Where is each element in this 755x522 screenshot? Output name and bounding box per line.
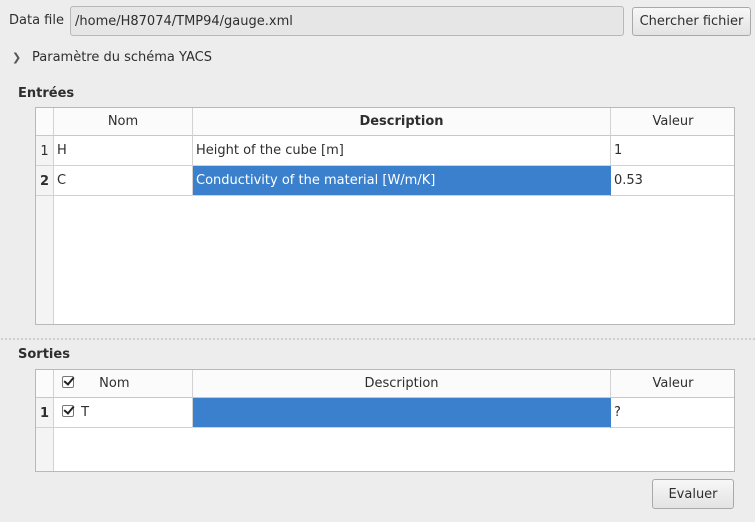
chevron-right-icon: ❯ xyxy=(12,50,22,64)
inputs-table-empty-area xyxy=(54,196,734,324)
inputs-cell-name[interactable]: H xyxy=(54,136,193,166)
panel-splitter-handle[interactable] xyxy=(0,336,755,342)
inputs-table-corner xyxy=(36,108,54,136)
evaluate-button[interactable]: Evaluer xyxy=(652,479,734,509)
outputs-table-corner xyxy=(36,370,54,398)
outputs-cell-name-label: T xyxy=(81,405,90,420)
inputs-table[interactable]: Nom Description Valeur 1 H Height of the… xyxy=(35,107,735,325)
yacs-parameters-expander[interactable]: ❯ Paramètre du schéma YACS xyxy=(12,47,212,67)
outputs-column-header-value[interactable]: Valeur xyxy=(611,370,734,398)
inputs-row-header[interactable]: 1 xyxy=(36,136,54,166)
data-file-label: Data file xyxy=(9,13,64,28)
inputs-cell-description-selected[interactable]: Conductivity of the material [W/m/K] xyxy=(193,166,611,196)
yacs-parameters-label: Paramètre du schéma YACS xyxy=(32,49,212,65)
outputs-cell-value[interactable]: ? xyxy=(611,398,734,428)
outputs-column-header-name-label: Nom xyxy=(99,376,130,391)
outputs-cell-name[interactable]: T xyxy=(54,398,193,428)
select-all-checkbox-icon[interactable] xyxy=(62,376,74,388)
inputs-section-title: Entrées xyxy=(18,86,75,101)
inputs-cell-name[interactable]: C xyxy=(54,166,193,196)
inputs-cell-value[interactable]: 0.53 xyxy=(611,166,734,196)
outputs-table[interactable]: Nom Description Valeur 1 T ? xyxy=(35,369,735,472)
inputs-column-header-value[interactable]: Valeur xyxy=(611,108,734,136)
outputs-row-header[interactable]: 1 xyxy=(36,398,54,428)
outputs-column-header-description[interactable]: Description xyxy=(193,370,611,398)
browse-file-button[interactable]: Chercher fichier xyxy=(632,7,751,36)
outputs-section-title: Sorties xyxy=(18,347,70,362)
inputs-cell-description[interactable]: Height of the cube [m] xyxy=(193,136,611,166)
inputs-row-header[interactable]: 2 xyxy=(36,166,54,196)
inputs-row-gutter xyxy=(36,196,54,324)
output-checkbox-icon[interactable] xyxy=(62,405,74,417)
inputs-column-header-name[interactable]: Nom xyxy=(54,108,193,136)
data-file-path-field[interactable]: /home/H87074/TMP94/gauge.xml xyxy=(70,6,624,36)
inputs-column-header-description[interactable]: Description xyxy=(193,108,611,136)
inputs-cell-value[interactable]: 1 xyxy=(611,136,734,166)
outputs-cell-description-selected[interactable] xyxy=(193,398,611,428)
outputs-table-empty-area xyxy=(54,428,734,471)
outputs-column-header-name[interactable]: Nom xyxy=(54,370,193,398)
outputs-row-gutter xyxy=(36,428,54,471)
